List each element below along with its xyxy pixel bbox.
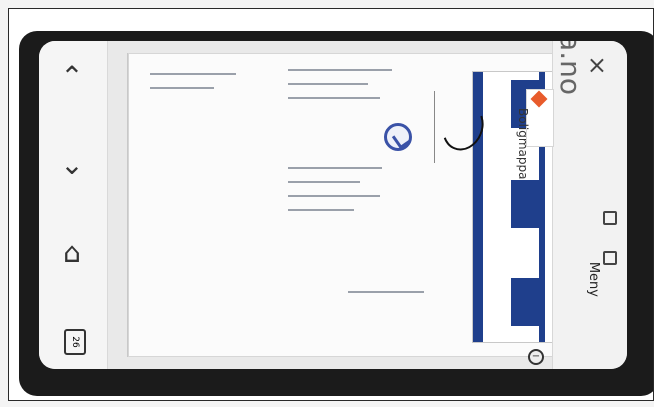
- line-1: [150, 73, 236, 75]
- signature-area: [434, 91, 491, 163]
- url-text[interactable]: ter.boligmappa.no: [554, 41, 587, 95]
- line-2: [150, 87, 214, 89]
- bookmark-icon[interactable]: [603, 251, 617, 265]
- brand-name: Boligmappa: [516, 108, 530, 180]
- line-3: [288, 69, 392, 71]
- blue-block-bottom: [511, 278, 539, 326]
- line-10: [348, 291, 424, 293]
- phone-screen: ⌃ ⌄ ⌂ 26 × Meny Boligmappa −: [39, 41, 627, 369]
- photo-frame: ⌃ ⌄ ⌂ 26 × Meny Boligmappa −: [8, 8, 654, 401]
- line-6: [288, 167, 382, 169]
- blue-block-mid: [511, 180, 539, 228]
- company-logo-circle: [384, 123, 412, 151]
- brand-chip[interactable]: Boligmappa: [516, 89, 554, 180]
- share-icon[interactable]: [603, 211, 617, 225]
- chevron-down-icon[interactable]: ⌄: [57, 148, 87, 181]
- chevron-up-icon[interactable]: ⌃: [57, 60, 87, 93]
- company-logo-mark: [391, 129, 412, 150]
- line-9: [288, 209, 354, 211]
- home-icon[interactable]: ⌂: [57, 236, 87, 269]
- close-icon[interactable]: ×: [587, 51, 607, 79]
- line-8: [288, 195, 380, 197]
- line-7: [288, 181, 360, 183]
- zoom-out-icon[interactable]: −: [528, 349, 544, 365]
- navigation-bar: ⌃ ⌄ ⌂ 26: [39, 41, 108, 369]
- signature-scribble: [435, 97, 491, 157]
- tabs-counter[interactable]: 26: [64, 329, 86, 355]
- menu-label[interactable]: Meny: [586, 262, 601, 297]
- line-5: [288, 97, 380, 99]
- brand-logo-icon: [530, 90, 548, 108]
- line-4: [288, 83, 368, 85]
- browser-bar: × ter.boligmappa.no Meny: [552, 41, 627, 369]
